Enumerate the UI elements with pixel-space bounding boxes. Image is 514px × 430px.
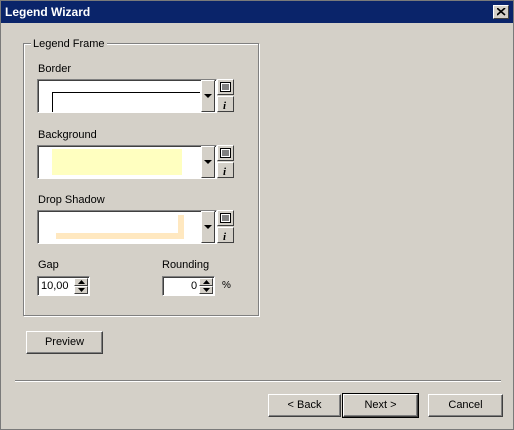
- border-label: Border: [38, 63, 72, 75]
- info-icon: i: [223, 231, 227, 241]
- footer-divider: [15, 380, 501, 382]
- gap-value: 10,00: [41, 280, 69, 292]
- title-bar[interactable]: Legend Wizard: [1, 1, 513, 23]
- close-button[interactable]: [493, 5, 509, 19]
- cancel-button[interactable]: Cancel: [428, 394, 503, 417]
- window-title: Legend Wizard: [5, 5, 91, 19]
- close-icon: [497, 8, 506, 16]
- chevron-up-icon: [78, 280, 85, 284]
- rounding-increment-button[interactable]: [199, 278, 213, 286]
- legend-wizard-dialog: Legend Wizard Legend Frame Border i Back…: [0, 0, 514, 430]
- rounding-label: Rounding: [162, 259, 210, 271]
- rounding-spinner[interactable]: 0: [162, 276, 215, 296]
- info-icon: i: [223, 166, 227, 176]
- gap-label: Gap: [38, 259, 59, 271]
- svg-text:i: i: [223, 100, 227, 110]
- drop-shadow-info-button[interactable]: i: [217, 227, 234, 243]
- gap-decrement-button[interactable]: [74, 286, 88, 294]
- next-button[interactable]: Next >: [342, 393, 419, 418]
- border-preview-swatch: [52, 92, 200, 112]
- svg-text:i: i: [223, 166, 227, 176]
- chevron-up-icon: [203, 280, 210, 284]
- chevron-down-icon: [204, 160, 212, 164]
- rounding-unit: %: [222, 280, 231, 291]
- border-style-combo[interactable]: [37, 79, 217, 113]
- properties-sheet-icon: [220, 213, 231, 223]
- background-properties-button[interactable]: [217, 145, 234, 161]
- chevron-down-icon: [204, 225, 212, 229]
- background-info-button[interactable]: i: [217, 162, 234, 178]
- gap-spinner[interactable]: 10,00: [37, 276, 90, 296]
- border-properties-button[interactable]: [217, 79, 234, 95]
- legend-frame-label: Legend Frame: [31, 38, 107, 50]
- chevron-down-icon: [203, 288, 210, 292]
- svg-text:i: i: [223, 231, 227, 241]
- drop-shadow-dropdown-button[interactable]: [201, 211, 215, 243]
- properties-sheet-icon: [220, 82, 231, 92]
- background-label: Background: [38, 129, 97, 141]
- drop-shadow-label: Drop Shadow: [38, 194, 105, 206]
- drop-shadow-properties-button[interactable]: [217, 210, 234, 226]
- chevron-down-icon: [204, 94, 212, 98]
- chevron-down-icon: [78, 288, 85, 292]
- background-fill-combo[interactable]: [37, 145, 217, 179]
- rounding-value: 0: [191, 280, 198, 292]
- drop-shadow-preview-bottom: [56, 233, 184, 239]
- rounding-decrement-button[interactable]: [199, 286, 213, 294]
- preview-button[interactable]: Preview: [26, 331, 103, 354]
- background-dropdown-button[interactable]: [201, 146, 215, 178]
- border-dropdown-button[interactable]: [201, 80, 215, 112]
- info-icon: i: [223, 100, 227, 110]
- gap-increment-button[interactable]: [74, 278, 88, 286]
- background-preview-swatch: [52, 149, 182, 175]
- back-button[interactable]: < Back: [268, 394, 341, 417]
- properties-sheet-icon: [220, 148, 231, 158]
- border-info-button[interactable]: i: [217, 96, 234, 112]
- drop-shadow-combo[interactable]: [37, 210, 217, 244]
